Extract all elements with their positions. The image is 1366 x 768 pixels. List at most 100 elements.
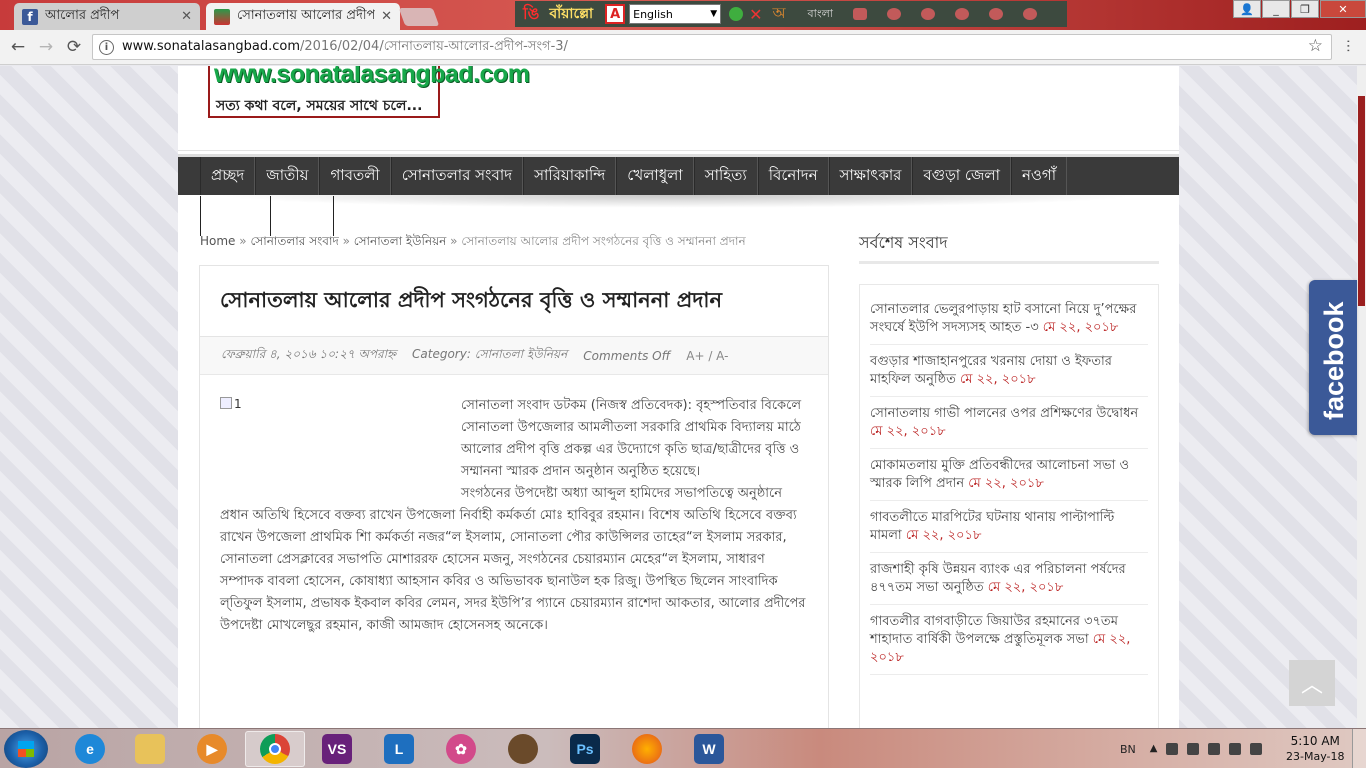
chevron-up-icon[interactable]: ▲ <box>1150 743 1158 755</box>
nav-item-sports[interactable]: খেলাধুলা <box>616 157 694 195</box>
avro-bangla-label[interactable]: বাংলা <box>808 5 833 24</box>
visual-studio-icon: VS <box>322 734 352 764</box>
list-item[interactable]: সোনাতলার ভেলুরপাড়ায় হাট বসানো নিয়ে দু… <box>870 293 1148 345</box>
back-arrow-icon[interactable]: ← <box>4 37 32 57</box>
keyboard-icon[interactable] <box>1250 743 1263 755</box>
list-item[interactable]: সোনাতলায় গাভী পালনের ওপর প্রশিক্ষণের উদ… <box>870 397 1148 449</box>
scroll-to-top-button[interactable]: ︿ <box>1289 660 1335 706</box>
nav-item-sonatala-news[interactable]: সোনাতলার সংবাদ <box>390 157 524 195</box>
media-player-icon: ▶ <box>197 734 227 764</box>
taskbar-media[interactable]: ▶ <box>182 731 242 767</box>
breadcrumb-home[interactable]: Home <box>200 234 235 248</box>
ie-icon[interactable] <box>954 8 969 20</box>
list-item[interactable]: গাবতলীর বাগবাড়ীতে জিয়াউর রহমানের ৩৭তম … <box>870 605 1148 675</box>
breadcrumb-category[interactable]: সোনাতলার সংবাদ <box>250 234 338 248</box>
app-icon <box>508 734 538 764</box>
taskbar-firefox[interactable] <box>617 731 677 767</box>
exit-icon[interactable] <box>1022 8 1037 20</box>
dropdown-line <box>200 196 201 236</box>
chevron-down-icon: ▼ <box>710 9 718 19</box>
nav-item-literature[interactable]: সাহিত্য <box>693 157 758 195</box>
clock[interactable]: 5:10 AM 23-May-18 <box>1286 733 1344 765</box>
avro-bangla-icon[interactable]: অ <box>773 2 786 27</box>
avro-a-icon[interactable]: A <box>605 4 626 24</box>
taskbar-app[interactable] <box>493 731 553 767</box>
nav-item-naogaon[interactable]: নওগাঁ <box>1010 157 1068 195</box>
clock-date: 23-May-18 <box>1286 750 1345 763</box>
nav-item-sariakandi[interactable]: সারিয়াকান্দি <box>523 157 617 195</box>
taskbar-visual-studio[interactable]: VS <box>307 731 367 767</box>
browser-menu-icon[interactable]: ⋯ <box>1340 39 1356 52</box>
nav-item-bogura[interactable]: বগুড়া জেলা <box>912 157 1011 195</box>
new-tab-button[interactable] <box>398 8 440 26</box>
taskbar-ie[interactable]: e <box>60 731 120 767</box>
close-tab-icon[interactable]: ✕ <box>181 9 192 24</box>
nav-item-national[interactable]: জাতীয় <box>255 157 320 195</box>
latest-news-list: সোনাতলার ভেলুরপাড়ায় হাট বসানো নিয়ে দু… <box>859 284 1159 728</box>
sidebar: সর্বশেষ সংবাদ সোনাতলার ভেলুরপাড়ায় হাট … <box>859 226 1159 728</box>
close-tab-icon[interactable]: ✕ <box>381 9 392 24</box>
tab-facebook[interactable]: f আলোর প্রদীপ ✕ <box>14 3 200 30</box>
font-size-controls[interactable]: A+ / A- <box>686 349 728 363</box>
article-category[interactable]: Category: সোনাতলা ইউনিয়ন <box>412 346 567 366</box>
header-divider <box>178 150 1179 151</box>
taskbar-word[interactable]: W <box>679 731 739 767</box>
user-icon[interactable] <box>886 8 901 20</box>
close-window-button[interactable]: ✕ <box>1320 0 1366 18</box>
bookmark-star-icon[interactable]: ☆ <box>1308 36 1323 56</box>
settings-icon[interactable] <box>920 8 935 20</box>
taskbar-lync[interactable]: L <box>369 731 429 767</box>
flower-icon: ✿ <box>446 734 476 764</box>
volume-icon[interactable] <box>1229 743 1242 755</box>
nav-item-entertainment[interactable]: বিনোদন <box>757 157 829 195</box>
list-item[interactable]: মোকামতলায় মুক্তি প্রতিবন্ধীদের আলোচনা স… <box>870 449 1148 501</box>
article-paragraph: সোনাতলা সংবাদ ডটকম (নিজস্ব প্রতিবেদক): ব… <box>461 398 802 479</box>
tools-icon[interactable]: ✕ <box>749 5 762 24</box>
address-bar[interactable]: i www.sonatalasangbad.com/2016/02/04/সোন… <box>92 34 1332 60</box>
maximize-button[interactable]: ❐ <box>1291 0 1319 18</box>
nav-item-interview[interactable]: সাক্ষাৎকার <box>828 157 913 195</box>
language-select[interactable]: English ▼ <box>629 4 722 24</box>
layout-icon[interactable] <box>852 8 867 20</box>
nav-item-gabtali[interactable]: গাবতলী <box>319 157 391 195</box>
network-icon[interactable] <box>1208 743 1221 755</box>
taskbar-explorer[interactable] <box>120 731 180 767</box>
list-item[interactable]: বগুড়ার শাজাহানপুরের খরনায় দোয়া ও ইফতা… <box>870 345 1148 397</box>
word-icon: W <box>694 734 724 764</box>
list-item[interactable]: রাজশাহী কৃষি উন্নয়ন ব্যাংক এর পরিচালনা … <box>870 553 1148 605</box>
article-title: সোনাতলায় আলোর প্রদীপ সংগঠনের বৃত্তি ও স… <box>200 266 828 337</box>
firefox-icon <box>632 734 662 764</box>
system-tray: BN ▲ <box>1120 729 1271 768</box>
minimize-button[interactable]: _ <box>1262 0 1290 18</box>
down-arrow-icon[interactable] <box>729 7 744 21</box>
info-icon[interactable]: i <box>99 39 114 55</box>
nav-item-home[interactable]: প্রচ্ছদ <box>200 157 256 195</box>
facebook-tab[interactable]: facebook <box>1309 280 1357 435</box>
tab-sonatala[interactable]: সোনাতলায় আলোর প্রদীপ স ✕ <box>206 3 400 30</box>
breadcrumb-subcategory[interactable]: সোনাতলা ইউনিয়ন <box>354 234 447 248</box>
dropdown-line <box>333 196 334 236</box>
show-desktop-button[interactable] <box>1352 729 1366 768</box>
scrollbar-thumb[interactable] <box>1358 96 1365 306</box>
taskbar-chrome[interactable] <box>245 731 305 767</box>
start-button[interactable] <box>4 730 48 768</box>
taskbar-paint[interactable]: ✿ <box>431 731 491 767</box>
forward-arrow-icon[interactable]: → <box>32 37 60 57</box>
avro-mode[interactable]: বাঁয়াল্লো <box>549 2 593 26</box>
breadcrumb-separator: » <box>450 234 458 248</box>
taskbar-photoshop[interactable]: Ps <box>555 731 615 767</box>
battery-icon[interactable] <box>1166 743 1179 755</box>
flag-icon[interactable] <box>1187 743 1200 755</box>
site-logo[interactable]: www.sonatalasangbad.com সত্য কথা বলে, সম… <box>208 66 530 118</box>
article: সোনাতলায় আলোর প্রদীপ সংগঠনের বৃত্তি ও স… <box>199 265 829 728</box>
help-icon[interactable] <box>988 8 1003 20</box>
user-profile-icon[interactable]: 👤 <box>1233 0 1261 18</box>
chevron-up-icon: ︿ <box>1300 673 1323 698</box>
scrollbar[interactable] <box>1357 66 1366 728</box>
article-date: ফেব্রুয়ারি ৪, ২০১৬ ১০:২৭ অপরাহ্ন <box>221 346 397 361</box>
list-item[interactable]: গাবতলীতে মারপিটের ঘটনায় থানায় পাল্টাপা… <box>870 501 1148 553</box>
lync-icon: L <box>384 734 414 764</box>
reload-icon[interactable]: ⟳ <box>60 37 88 57</box>
language-indicator[interactable]: BN <box>1120 743 1136 756</box>
article-comments: Comments Off <box>583 348 671 363</box>
